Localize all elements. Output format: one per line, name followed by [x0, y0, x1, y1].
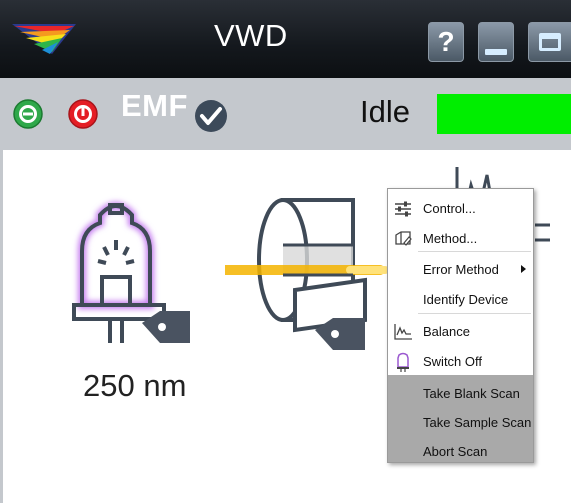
sliders-icon — [395, 201, 411, 217]
emf-label[interactable]: EMF — [121, 88, 188, 124]
status-led — [437, 94, 571, 134]
menu-item-take-sample-scan[interactable]: Take Sample Scan — [388, 407, 533, 437]
menu-separator — [418, 313, 531, 314]
menu-item-label: Control... — [423, 200, 476, 216]
window-title: VWD — [214, 18, 288, 53]
app-logo-icon — [12, 24, 76, 54]
menu-item-error-method[interactable]: Error Method — [388, 254, 533, 284]
maximize-icon — [539, 33, 561, 51]
emf-check-icon — [195, 100, 227, 132]
menu-item-control[interactable]: Control... — [388, 193, 533, 223]
help-label: ? — [437, 26, 455, 57]
menu-item-label: Identify Device — [423, 291, 509, 307]
green-power-on-icon[interactable] — [12, 98, 44, 130]
menu-item-label: Balance — [423, 323, 470, 339]
menu-item-identify-device[interactable]: Identify Device — [388, 284, 533, 314]
red-power-off-icon[interactable] — [67, 98, 99, 130]
menu-item-label: Take Sample Scan — [423, 414, 532, 430]
menu-item-label: Method... — [423, 230, 478, 246]
context-menu: Control... Method... Error Method Identi… — [387, 188, 534, 463]
menu-item-take-blank-scan[interactable]: Take Blank Scan — [388, 378, 533, 408]
menu-item-balance[interactable]: Balance — [388, 316, 533, 346]
menu-item-abort-scan[interactable]: Abort Scan — [388, 436, 533, 466]
submenu-arrow-icon — [521, 265, 526, 273]
status-text: Idle — [360, 94, 410, 129]
method-icon — [395, 231, 412, 246]
help-button[interactable]: ? — [428, 22, 464, 62]
minimize-icon — [485, 49, 507, 55]
lamp-off-icon — [397, 352, 409, 372]
menu-item-label: Switch Off — [423, 353, 483, 369]
uv-lamp-icon — [72, 202, 190, 343]
menu-item-method[interactable]: Method... — [388, 223, 533, 253]
minimize-button[interactable] — [478, 22, 514, 62]
menu-separator — [418, 251, 531, 252]
maximize-button[interactable] — [528, 22, 571, 62]
menu-item-switch-off[interactable]: Switch Off — [388, 346, 533, 376]
menu-item-label: Error Method — [423, 261, 499, 277]
flow-cell-icon — [225, 198, 389, 350]
menu-item-label: Abort Scan — [423, 443, 488, 459]
wavelength-label: 250 nm — [83, 368, 187, 403]
balance-signal-icon — [394, 324, 412, 340]
menu-item-label: Take Blank Scan — [423, 385, 520, 401]
left-border — [0, 150, 3, 503]
